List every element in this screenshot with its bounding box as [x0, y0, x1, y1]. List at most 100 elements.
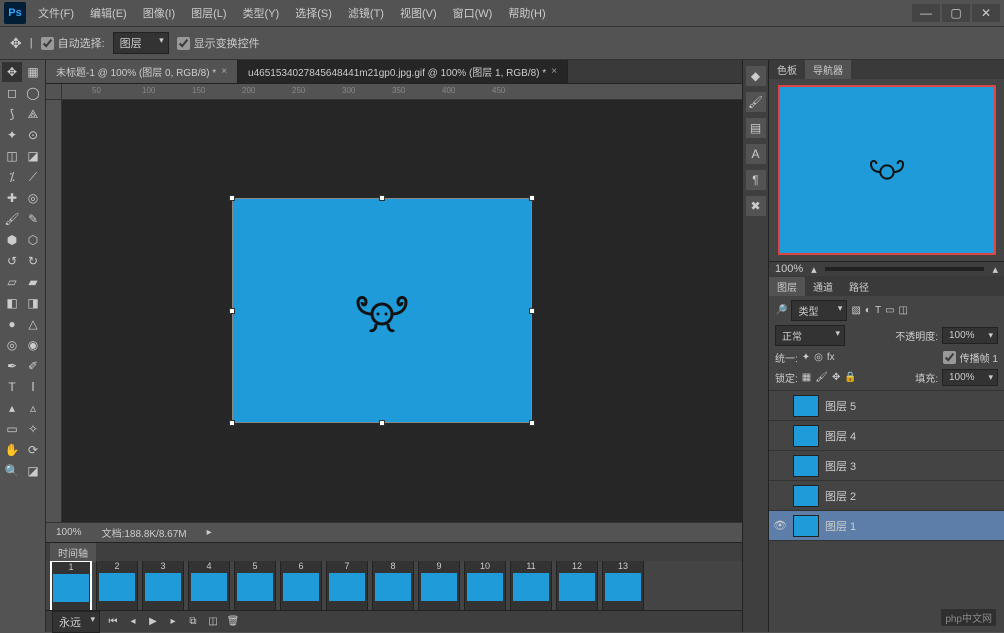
auto-select-checkbox[interactable]: 自动选择: [41, 35, 105, 51]
distribute-v-icon[interactable] [446, 34, 464, 52]
character-icon[interactable]: A [746, 144, 766, 164]
filter-adjust-icon[interactable]: ◐ [865, 305, 871, 316]
menu-type[interactable]: 类型(Y) [237, 2, 286, 24]
lock-all-icon[interactable]: 🔒 [844, 372, 856, 383]
delete-frame-button[interactable]: 🗑 [226, 615, 240, 629]
transform-handle[interactable] [529, 195, 535, 201]
move-tool[interactable]: ✥ [2, 62, 22, 82]
menu-edit[interactable]: 编辑(E) [84, 2, 133, 24]
brush-presets-icon[interactable]: 🖌 [746, 92, 766, 112]
sharpen-tool[interactable]: △ [23, 314, 43, 334]
swatches-icon[interactable]: ▤ [746, 118, 766, 138]
minimize-button[interactable]: — [912, 4, 940, 22]
new-frame-button[interactable]: ◫ [206, 615, 220, 629]
pattern-stamp-tool[interactable]: ⬡ [23, 230, 43, 250]
transform-handle[interactable] [229, 195, 235, 201]
properties-icon[interactable]: ✖ [746, 196, 766, 216]
poly-lasso-tool[interactable]: ⟁ [23, 104, 43, 124]
navigator-preview[interactable] [769, 79, 1004, 261]
lasso-tool[interactable]: ⟆ [2, 104, 22, 124]
blend-mode-dropdown[interactable]: 正常 [775, 325, 845, 346]
layer-filter-kind[interactable]: 类型 [791, 300, 847, 321]
close-button[interactable]: ✕ [972, 4, 1000, 22]
art-history-tool[interactable]: ↻ [23, 251, 43, 271]
zoom-level[interactable]: 100% [56, 527, 82, 538]
timeline-frame[interactable]: 8 [372, 561, 414, 610]
freeform-pen-tool[interactable]: ✐ [23, 356, 43, 376]
zoom-tool[interactable]: 🔍 [2, 461, 22, 481]
ruler-horizontal[interactable]: 50100150200250300350400450 [62, 84, 742, 100]
timeline-frame[interactable]: 7 [326, 561, 368, 610]
zoom-slider[interactable] [825, 267, 985, 271]
gradient-tool[interactable]: ◧ [2, 293, 22, 313]
chevron-right-icon[interactable]: ▸ [207, 527, 212, 538]
menu-view[interactable]: 视图(V) [394, 2, 443, 24]
crop-tool[interactable]: ◫ [2, 146, 22, 166]
quick-select-tool[interactable]: ⊙ [23, 125, 43, 145]
brush-tool[interactable]: 🖌 [2, 209, 22, 229]
eyedropper-tool[interactable]: ⁒ [2, 167, 22, 187]
close-icon[interactable]: × [221, 66, 227, 77]
canvas-area[interactable] [62, 100, 742, 522]
tab-channels[interactable]: 通道 [805, 277, 841, 296]
prev-frame-button[interactable]: ◂ [126, 615, 140, 629]
close-icon[interactable]: × [551, 66, 557, 77]
type-tool[interactable]: T [2, 377, 22, 397]
ruler-tool[interactable]: ⟋ [23, 167, 43, 187]
transform-handle[interactable] [529, 308, 535, 314]
burn-tool[interactable]: ◉ [23, 335, 43, 355]
menu-image[interactable]: 图像(I) [137, 2, 181, 24]
ruler-vertical[interactable] [46, 100, 62, 522]
transform-handle[interactable] [229, 420, 235, 426]
fill-field[interactable]: 100% [942, 369, 998, 386]
propagate-frame-checkbox[interactable]: 传播帧 1 [943, 350, 998, 365]
menu-help[interactable]: 帮助(H) [502, 2, 551, 24]
align-top-icon[interactable] [278, 34, 296, 52]
transform-handle[interactable] [229, 308, 235, 314]
timeline-frame[interactable]: 13 [602, 561, 644, 610]
layer-item[interactable]: 图层 3 [769, 451, 1004, 481]
artboard[interactable] [232, 198, 532, 423]
next-frame-button[interactable]: ▸ [166, 615, 180, 629]
layer-item[interactable]: 图层 5 [769, 391, 1004, 421]
lock-position-icon[interactable]: ✥ [832, 372, 840, 383]
bucket-tool[interactable]: ◨ [23, 293, 43, 313]
timeline-frame[interactable]: 6 [280, 561, 322, 610]
menu-file[interactable]: 文件(F) [32, 2, 80, 24]
navigator-zoom-value[interactable]: 100% [775, 263, 803, 275]
swatch-tool[interactable]: ◪ [23, 461, 43, 481]
artboard-tool[interactable]: ▦ [23, 62, 43, 82]
pen-tool[interactable]: ✒ [2, 356, 22, 376]
visibility-toggle[interactable]: 👁 [773, 519, 787, 533]
timeline-frame[interactable]: 9 [418, 561, 460, 610]
filter-shape-icon[interactable]: ▭ [885, 305, 894, 316]
layer-item[interactable]: 图层 2 [769, 481, 1004, 511]
filter-image-icon[interactable]: ▧ [851, 305, 860, 316]
tab-layers[interactable]: 图层 [769, 277, 805, 296]
shape-tool[interactable]: ▭ [2, 419, 22, 439]
tab-navigator[interactable]: 导航器 [805, 60, 851, 79]
path-select-tool[interactable]: ▴ [2, 398, 22, 418]
paragraph-icon[interactable]: ¶ [746, 170, 766, 190]
layer-item[interactable]: 👁图层 1 [769, 511, 1004, 541]
lock-transparent-icon[interactable]: ▦ [802, 372, 811, 383]
menu-filter[interactable]: 滤镜(T) [342, 2, 390, 24]
align-right-icon[interactable] [398, 34, 416, 52]
history-icon[interactable]: ◆ [746, 66, 766, 86]
align-vcenter-icon[interactable] [302, 34, 320, 52]
menu-window[interactable]: 窗口(W) [447, 2, 499, 24]
stamp-tool[interactable]: ⬢ [2, 230, 22, 250]
history-brush-tool[interactable]: ↺ [2, 251, 22, 271]
menu-select[interactable]: 选择(S) [289, 2, 338, 24]
ellipse-marquee-tool[interactable]: ◯ [23, 83, 43, 103]
first-frame-button[interactable]: ⏮ [106, 615, 120, 629]
heal-tool[interactable]: ✚ [2, 188, 22, 208]
patch-tool[interactable]: ◎ [23, 188, 43, 208]
transform-handle[interactable] [529, 420, 535, 426]
tween-button[interactable]: ⧉ [186, 615, 200, 629]
document-tab-2[interactable]: u4651534027845648441m21gp0.jpg.gif @ 100… [238, 60, 568, 83]
align-hcenter-icon[interactable] [374, 34, 392, 52]
layer-item[interactable]: 图层 4 [769, 421, 1004, 451]
lock-paint-icon[interactable]: 🖌 [815, 372, 828, 383]
vtype-tool[interactable]: Ⅰ [23, 377, 43, 397]
